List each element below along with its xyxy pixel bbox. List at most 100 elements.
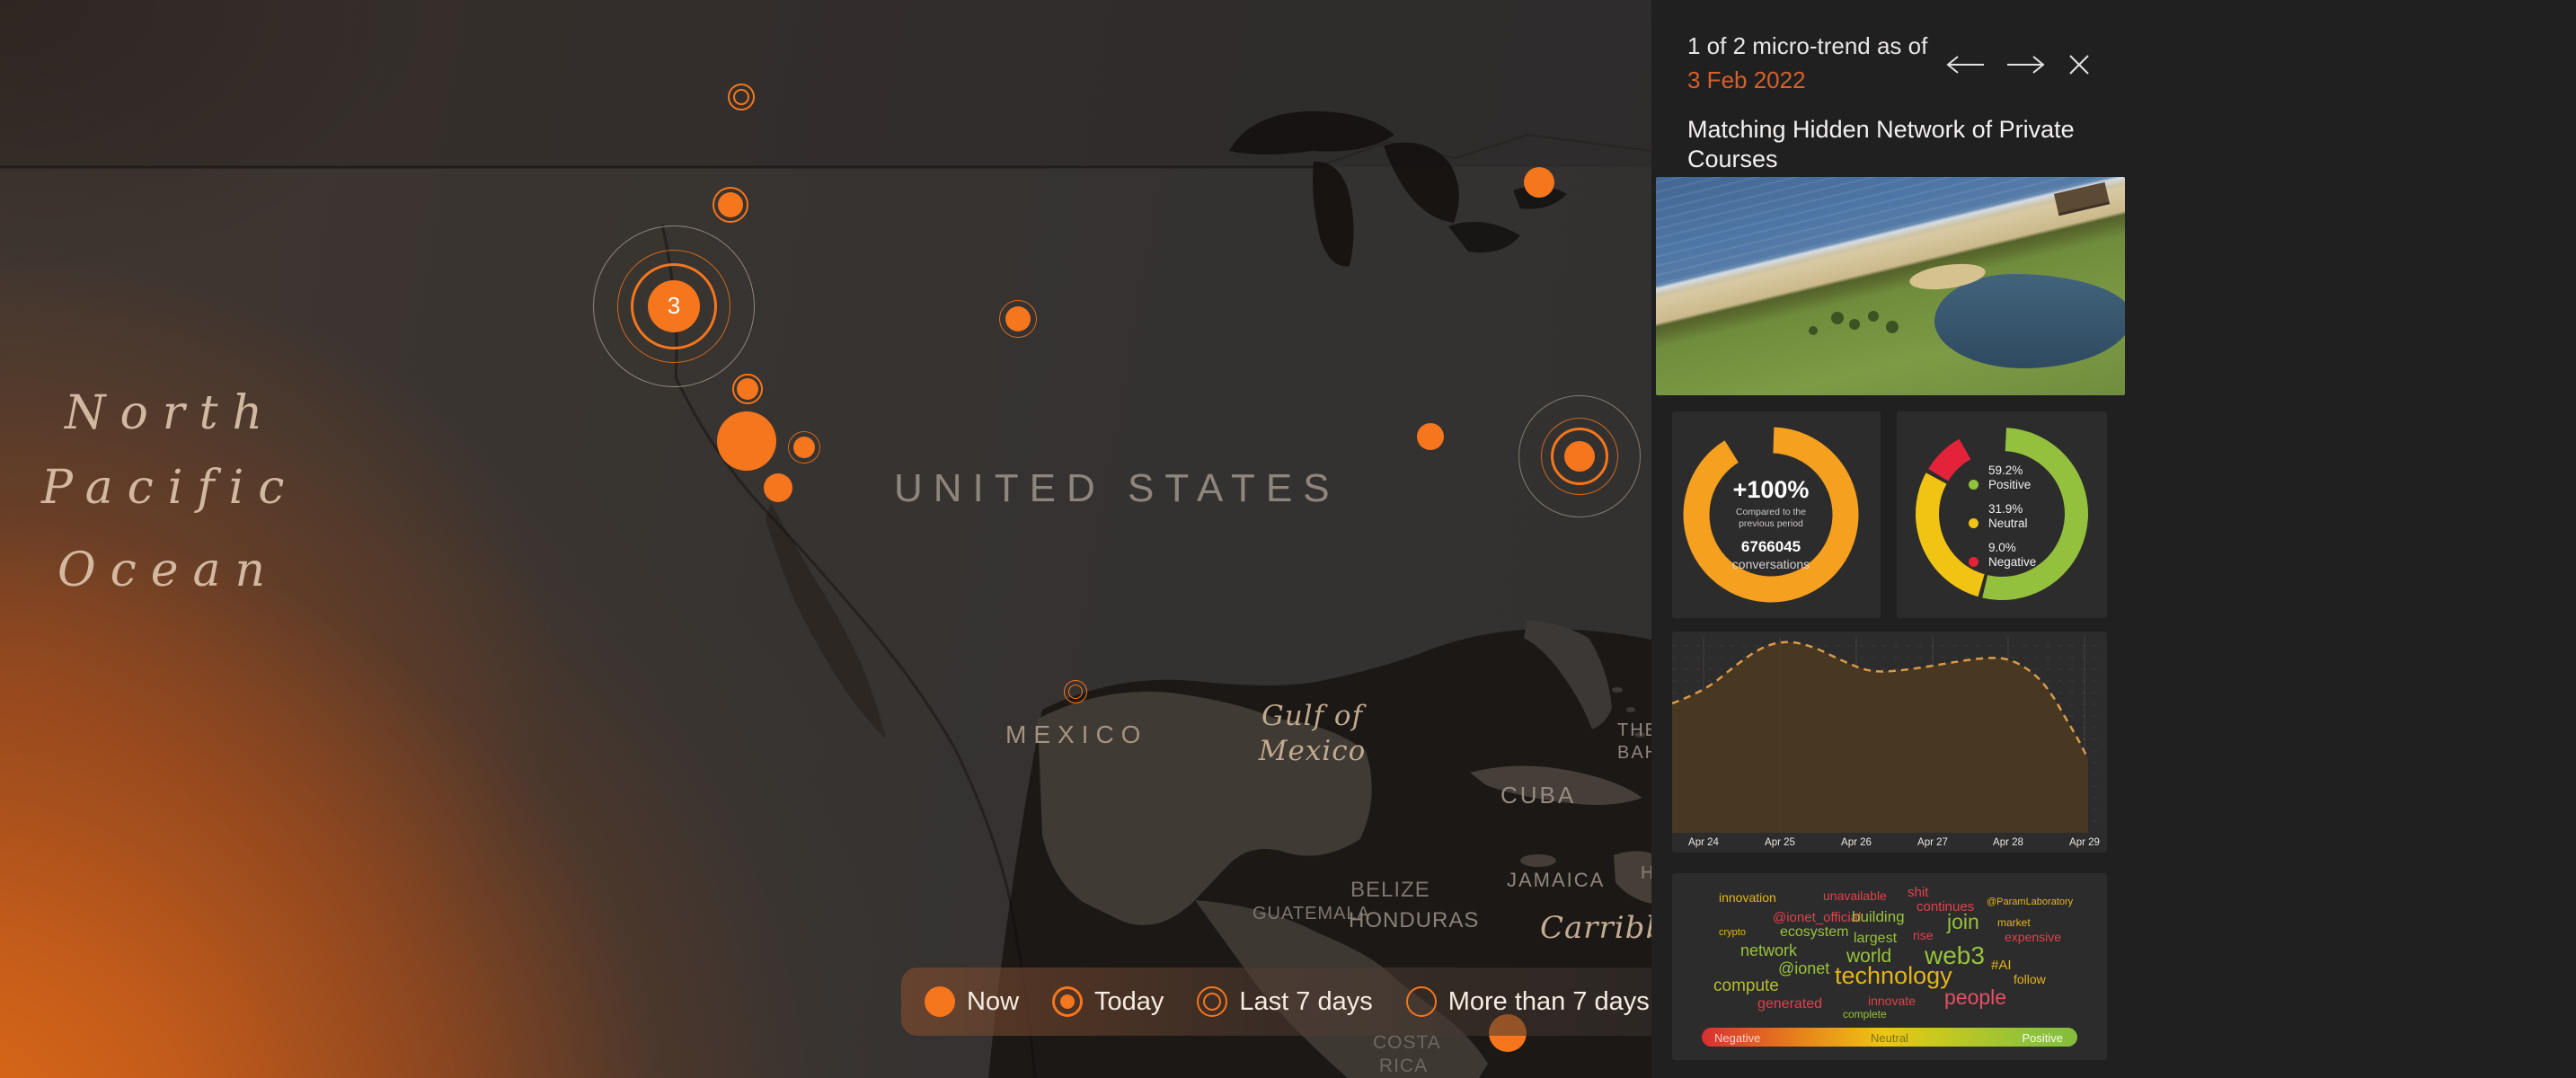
marker-dot bbox=[1564, 441, 1595, 472]
marker-count: 3 bbox=[667, 291, 681, 319]
ocean-label-line: Ocean bbox=[58, 543, 280, 597]
wordcloud-word: building bbox=[1852, 908, 1905, 925]
trend-date: 3 Feb 2022 bbox=[1687, 66, 1806, 93]
sentiment-row-neutral: 31.9% Neutral bbox=[1969, 502, 2036, 531]
map-label-united-states: UNITED STATES bbox=[894, 466, 1341, 510]
marker-ring bbox=[733, 89, 749, 105]
photo-tree bbox=[1831, 312, 1844, 324]
arrow-left-icon bbox=[1944, 54, 1986, 75]
map-label-carribbean: Carribbean bbox=[1540, 910, 1651, 946]
close-icon bbox=[2067, 52, 2092, 77]
sentiment-dot bbox=[1969, 518, 1978, 528]
marker-dot bbox=[1417, 423, 1444, 450]
growth-caption-line1: Compared to the bbox=[1735, 507, 1807, 517]
photo-pond bbox=[1934, 274, 2125, 368]
marker-dot bbox=[717, 411, 776, 471]
legend-item-last7: Last 7 days bbox=[1196, 985, 1373, 1018]
marker-ring bbox=[1068, 685, 1083, 699]
conversation-count: 6766045 bbox=[1740, 538, 1801, 555]
wordcloud-word: @ParamLaboratory bbox=[1987, 897, 2074, 907]
map-label-costa-rica: COSTA RICA bbox=[1373, 1032, 1441, 1077]
map-label-belize: BELIZE bbox=[1350, 878, 1430, 902]
wordcloud-word: expensive bbox=[2005, 930, 2062, 944]
x-axis-tick: Apr 29 bbox=[2069, 837, 2100, 848]
map-label-cuba: CUBA bbox=[1500, 782, 1577, 808]
marker-dot bbox=[1005, 306, 1031, 331]
wordcloud-word: network bbox=[1740, 941, 1798, 959]
legend-item-today: Today bbox=[1051, 985, 1164, 1018]
x-axis-tick: Apr 28 bbox=[1993, 837, 2023, 848]
wordcloud-word: #AI bbox=[1991, 958, 2012, 973]
marker-dot bbox=[1524, 167, 1554, 198]
legend-older-icon bbox=[1405, 985, 1438, 1018]
wordcloud-word: largest bbox=[1854, 931, 1898, 946]
wordcloud-word: compute bbox=[1713, 976, 1779, 995]
ocean-label-line: North bbox=[65, 386, 278, 440]
trend-detail-panel: 1 of 2 micro-trend as of 3 Feb 2022 Matc… bbox=[1651, 0, 2576, 1078]
legend-item-now: Now bbox=[924, 985, 1019, 1018]
legend-label: More than 7 days ago bbox=[1447, 986, 1651, 1016]
sentiment-row-negative: 9.0% Negative bbox=[1969, 541, 2036, 570]
wordcloud-word: innovate bbox=[1868, 994, 1916, 1008]
growth-card: +100% Compared to the previous period 67… bbox=[1672, 411, 1881, 618]
sentiment-pct: 31.9% bbox=[1988, 502, 2023, 516]
marker-dot bbox=[737, 378, 758, 400]
trend-photo bbox=[1656, 177, 2125, 395]
marker-dot bbox=[718, 192, 743, 217]
wordcloud-word: unavailable bbox=[1823, 888, 1887, 903]
legend-today-icon bbox=[1051, 985, 1084, 1018]
wordcloud-word: complete bbox=[1843, 1008, 1887, 1021]
x-axis-tick: Apr 25 bbox=[1765, 837, 1795, 848]
legend-label: Today bbox=[1094, 986, 1164, 1016]
x-axis-tick: Apr 24 bbox=[1688, 837, 1719, 848]
wordcloud-word: market bbox=[1997, 916, 2031, 929]
marker-dot bbox=[793, 437, 815, 458]
wordcloud-word: web3 bbox=[1925, 941, 1985, 969]
arrow-right-icon bbox=[2005, 54, 2047, 75]
map[interactable]: North Pacific Ocean UNITED STATES MEXICO Gul… bbox=[0, 0, 1651, 1078]
sentiment-label: Neutral bbox=[1988, 517, 2028, 530]
trend-chart-card: Apr 24 Apr 25 Apr 26 Apr 27 Apr 28 Apr 29 bbox=[1671, 632, 2107, 853]
map-label-gulf-of-mexico: Gulf of Mexico bbox=[1258, 700, 1367, 767]
sentiment-dot bbox=[1969, 480, 1978, 490]
sentiment-label: Negative bbox=[1988, 555, 2037, 569]
scale-neutral-label: Neutral bbox=[1871, 1031, 1908, 1045]
photo-tree bbox=[1849, 319, 1860, 330]
sentiment-legend: 59.2% Positive 31.9% Neutral 9.0% Negative bbox=[1969, 464, 2036, 579]
sentiment-scale-bar: Negative Neutral Positive bbox=[1702, 1028, 2077, 1047]
wordcloud-word: generated bbox=[1757, 996, 1823, 1012]
ocean-label-line: Pacific bbox=[41, 461, 299, 515]
wordcloud-card: innovation unavailable @ionet_official buil… bbox=[1672, 873, 2107, 1060]
sentiment-label: Positive bbox=[1988, 478, 2032, 491]
prev-trend-button[interactable] bbox=[1944, 54, 1986, 75]
map-time-legend: Now Today Last 7 days More than 7 days ago bbox=[901, 968, 1651, 1036]
close-panel-button[interactable] bbox=[2067, 52, 2092, 77]
photo-tree bbox=[1868, 311, 1879, 322]
wordcloud-word: join bbox=[1947, 910, 1979, 933]
photo-tree bbox=[1809, 326, 1818, 335]
wordcloud-word: rise bbox=[1913, 928, 1934, 942]
wordcloud-word: people bbox=[1944, 985, 2007, 1009]
sentiment-row-positive: 59.2% Positive bbox=[1969, 464, 2036, 492]
trend-counter: 1 of 2 micro-trend as of bbox=[1687, 32, 1928, 59]
next-trend-button[interactable] bbox=[2005, 54, 2047, 75]
legend-label: Last 7 days bbox=[1239, 986, 1373, 1016]
legend-last7-icon bbox=[1196, 985, 1228, 1018]
x-axis-tick: Apr 26 bbox=[1841, 837, 1872, 848]
legend-label: Now bbox=[967, 986, 1020, 1016]
trend-title: Matching Hidden Network of Private Cours… bbox=[1687, 116, 2075, 172]
scale-positive-label: Positive bbox=[2022, 1031, 2063, 1045]
map-label-mexico: MEXICO bbox=[1005, 720, 1148, 748]
legend-item-older: More than 7 days ago bbox=[1405, 985, 1651, 1018]
wordcloud-word: crypto bbox=[1719, 927, 1746, 938]
conversation-count-label: conversations bbox=[1731, 557, 1810, 571]
legend-now-icon bbox=[924, 985, 956, 1018]
wordcloud-word: @ionet bbox=[1778, 959, 1830, 977]
wordcloud-word: shit bbox=[1908, 885, 1929, 900]
wordcloud-word: @ionet_official bbox=[1773, 910, 1862, 925]
wordcloud-word: ecosystem bbox=[1780, 924, 1849, 940]
wordcloud-word: innovation bbox=[1719, 890, 1776, 905]
growth-center-text: +100% Compared to the previous period 67… bbox=[1672, 476, 1870, 571]
photo-tree bbox=[1886, 321, 1899, 333]
sentiment-card: 59.2% Positive 31.9% Neutral 9.0% Negative bbox=[1897, 411, 2107, 618]
